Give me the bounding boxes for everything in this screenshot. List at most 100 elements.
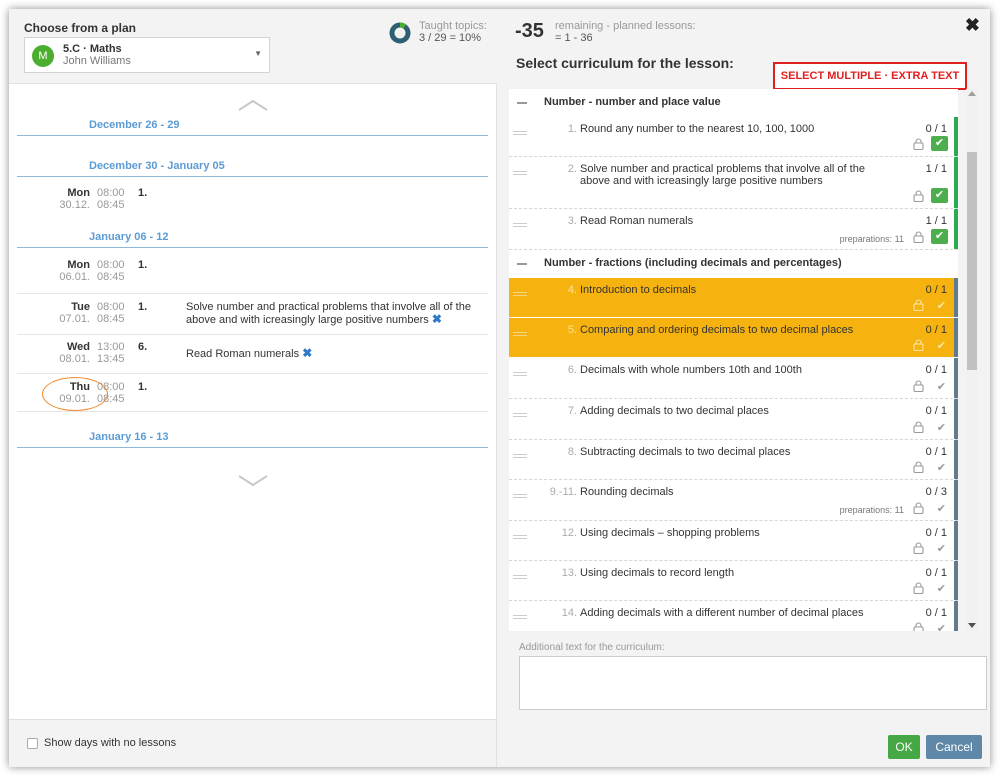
- curriculum-item[interactable]: 5. Comparing and ordering decimals to two…: [509, 318, 958, 358]
- show-empty-days-checkbox[interactable]: [27, 738, 38, 749]
- curriculum-scrollbar[interactable]: [966, 89, 978, 631]
- week-header: January 16 - 13: [17, 428, 488, 448]
- remove-topic-icon[interactable]: ✖: [302, 346, 312, 360]
- curriculum-item[interactable]: 4. Introduction to decimals 0 / 1 ✔: [509, 278, 958, 318]
- drag-handle-icon[interactable]: [513, 615, 527, 619]
- drag-handle-icon[interactable]: [513, 171, 527, 175]
- remove-topic-icon[interactable]: ✖: [432, 312, 442, 326]
- curriculum-item[interactable]: 13. Using decimals to record length 0 / 1 ✔: [509, 561, 958, 601]
- collapse-icon[interactable]: [517, 263, 527, 265]
- check-icon[interactable]: ✔: [937, 299, 946, 312]
- lock-icon[interactable]: [913, 582, 924, 594]
- curriculum-item[interactable]: 8. Subtracting decimals to two decimal pl…: [509, 440, 958, 480]
- collapse-icon[interactable]: [517, 102, 527, 104]
- curriculum-item-count: 0 / 1: [925, 324, 947, 336]
- curriculum-item-text: Decimals with whole numbers 10th and 100…: [580, 364, 802, 376]
- status-bar: [954, 358, 958, 398]
- curriculum-item[interactable]: 2. Solve number and practical problems th…: [509, 157, 958, 209]
- lock-icon[interactable]: [913, 380, 924, 392]
- drag-handle-icon[interactable]: [513, 535, 527, 539]
- drag-handle-icon[interactable]: [513, 223, 527, 227]
- close-icon[interactable]: ✖: [965, 15, 980, 36]
- drag-handle-icon[interactable]: [513, 292, 527, 296]
- curriculum-item-text: Read Roman numerals: [580, 215, 694, 227]
- curriculum-item[interactable]: 3. Read Roman numerals 1 / 1 preparations: …: [509, 209, 958, 250]
- drag-handle-icon[interactable]: [513, 413, 527, 417]
- scroll-up-icon[interactable]: [238, 99, 268, 111]
- remaining-lessons-label: remaining - planned lessons:: [555, 20, 696, 32]
- cancel-button[interactable]: Cancel: [926, 735, 982, 759]
- curriculum-item-text: Solve number and practical problems that…: [580, 163, 865, 187]
- lesson-end: 08:45: [97, 313, 125, 325]
- lock-icon[interactable]: [913, 299, 924, 311]
- taught-topics-label: Taught topics:: [419, 20, 487, 32]
- curriculum-item[interactable]: 7. Adding decimals to two decimal places 0…: [509, 399, 958, 440]
- plan-panel: Choose from a plan M 5.C · Maths John Wi…: [9, 9, 497, 719]
- check-icon[interactable]: ✔: [937, 622, 946, 631]
- lock-icon[interactable]: [913, 421, 924, 433]
- status-bar: [954, 278, 958, 317]
- lesson-row[interactable]: Tue 07.01. 08:00 08:45 1. Solve number a…: [17, 294, 488, 335]
- lesson-day: Wed: [66, 341, 90, 353]
- drag-handle-icon[interactable]: [513, 131, 527, 135]
- check-icon[interactable]: ✔: [931, 188, 948, 203]
- lesson-start: 08:00: [97, 259, 125, 271]
- check-icon[interactable]: ✔: [937, 542, 946, 555]
- check-icon[interactable]: ✔: [937, 502, 946, 515]
- lock-icon[interactable]: [913, 138, 924, 150]
- drag-handle-icon[interactable]: [513, 332, 527, 336]
- curriculum-group-header[interactable]: Number - number and place value: [509, 89, 958, 117]
- check-icon[interactable]: ✔: [937, 461, 946, 474]
- scroll-down-icon[interactable]: [238, 475, 268, 487]
- status-bar: [954, 399, 958, 439]
- lock-icon[interactable]: [913, 231, 924, 243]
- curriculum-item[interactable]: 12. Using decimals – shopping problems 0 /…: [509, 521, 958, 561]
- lock-icon[interactable]: [913, 502, 924, 514]
- check-icon[interactable]: ✔: [937, 421, 946, 434]
- lesson-row[interactable]: Mon 30.12. 08:00 08:45 1.: [17, 179, 488, 234]
- lesson-end: 08:45: [97, 271, 125, 283]
- curriculum-group-header[interactable]: Number - fractions (including decimals a…: [509, 250, 958, 278]
- lock-icon[interactable]: [913, 542, 924, 554]
- lock-icon[interactable]: [913, 461, 924, 473]
- status-bar: [954, 561, 958, 600]
- drag-handle-icon[interactable]: [513, 575, 527, 579]
- show-empty-days-label[interactable]: Show days with no lessons: [44, 737, 176, 749]
- plan-select[interactable]: M 5.C · Maths John Williams ▼: [24, 37, 270, 73]
- lesson-number: 1.: [138, 381, 148, 393]
- curriculum-item[interactable]: 6. Decimals with whole numbers 10th and 1…: [509, 358, 958, 399]
- lesson-row[interactable]: Wed 08.01. 13:00 13:45 6. Read Roman num…: [17, 335, 488, 374]
- additional-text-field[interactable]: [519, 656, 987, 710]
- status-bar: [954, 601, 958, 631]
- scroll-thumb[interactable]: [967, 152, 977, 370]
- drag-handle-icon[interactable]: [513, 494, 527, 498]
- curriculum-item[interactable]: 9.-11. Rounding decimals 0 / 3 preparations…: [509, 480, 958, 521]
- ok-button[interactable]: OK: [888, 735, 920, 759]
- check-icon[interactable]: ✔: [937, 582, 946, 595]
- check-icon[interactable]: ✔: [937, 380, 946, 393]
- drag-handle-icon[interactable]: [513, 454, 527, 458]
- lock-icon[interactable]: [913, 339, 924, 351]
- lesson-row[interactable]: Mon 06.01. 08:00 08:45 1.: [17, 250, 488, 294]
- choose-plan-title: Choose from a plan: [24, 21, 137, 35]
- curriculum-item[interactable]: 14. Adding decimals with a different numb…: [509, 601, 958, 631]
- week-header: December 30 - January 05: [17, 157, 488, 177]
- lesson-number: 1.: [138, 187, 148, 199]
- curriculum-item-count: 0 / 1: [925, 567, 947, 579]
- scroll-arrow-down-icon[interactable]: [968, 623, 976, 628]
- check-icon[interactable]: ✔: [931, 136, 948, 151]
- lock-icon[interactable]: [913, 190, 924, 202]
- lock-icon[interactable]: [913, 622, 924, 631]
- check-icon[interactable]: ✔: [937, 339, 946, 352]
- check-icon[interactable]: ✔: [931, 229, 948, 244]
- curriculum-item[interactable]: 1. Round any number to the nearest 10, 10…: [509, 117, 958, 157]
- select-multiple-button[interactable]: SELECT MULTIPLE · EXTRA TEXT: [773, 62, 967, 90]
- drag-handle-icon[interactable]: [513, 372, 527, 376]
- chevron-down-icon: ▼: [254, 49, 262, 58]
- curriculum-item-text: Adding decimals to two decimal places: [580, 405, 769, 417]
- curriculum-item-number: 7.: [567, 405, 577, 417]
- status-bar: [954, 117, 958, 156]
- status-bar: [954, 318, 958, 357]
- curriculum-item-number: 3.: [567, 215, 577, 227]
- scroll-arrow-up-icon[interactable]: [968, 91, 976, 96]
